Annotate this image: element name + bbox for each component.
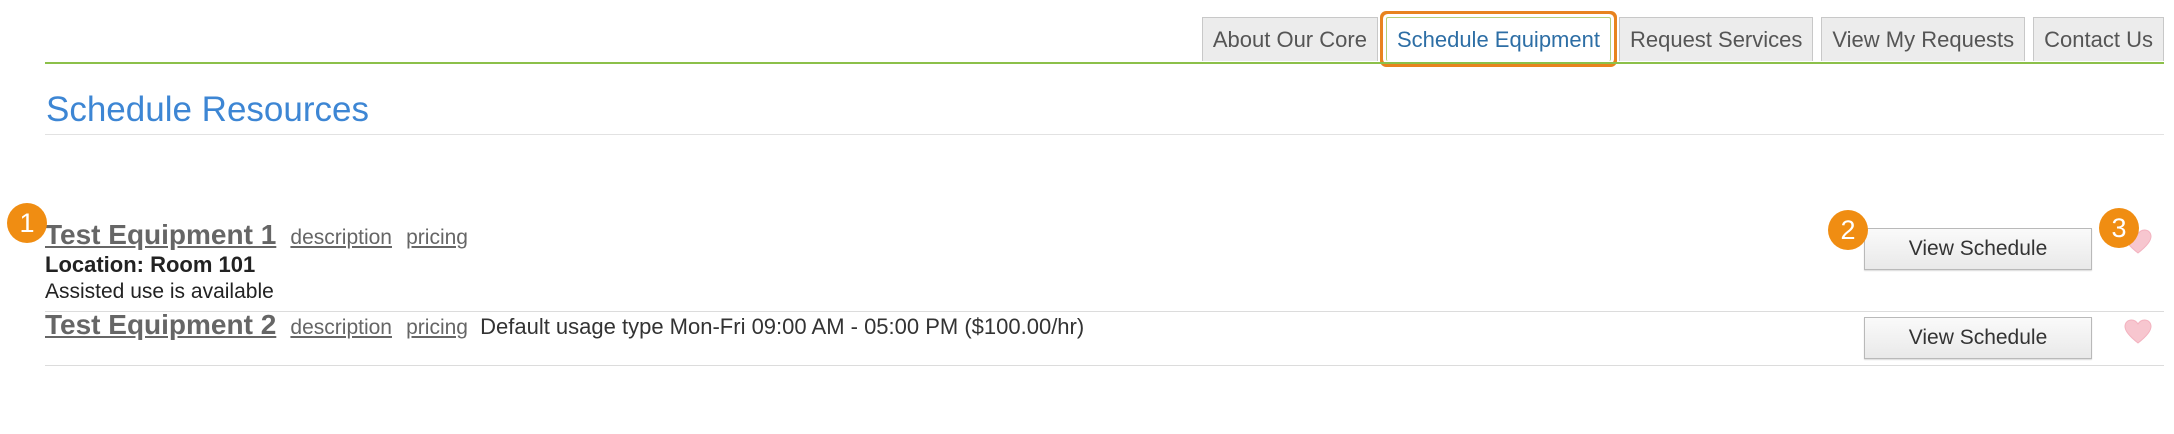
pricing-link[interactable]: pricing	[406, 226, 468, 249]
resource-row: Test Equipment 2 description pricing Def…	[45, 309, 2164, 366]
tab-schedule-equipment[interactable]: Schedule Equipment	[1385, 17, 1611, 61]
pricing-link[interactable]: pricing	[406, 316, 468, 339]
callout-badge: 1	[7, 203, 47, 243]
resource-header: Test Equipment 2 description pricing Def…	[45, 309, 2164, 341]
page: About Our Core Schedule Equipment Reques…	[0, 0, 2174, 434]
row-divider	[45, 365, 2164, 366]
view-schedule-button[interactable]: View Schedule	[1864, 317, 2092, 359]
page-title: Schedule Resources	[46, 90, 369, 129]
description-link[interactable]: description	[290, 316, 392, 339]
nav-divider	[45, 62, 2164, 64]
top-nav: About Our Core Schedule Equipment Reques…	[1201, 17, 2164, 61]
callout-badge: 2	[1828, 210, 1868, 250]
resource-name-link[interactable]: Test Equipment 1	[45, 219, 276, 250]
tab-about-our-core[interactable]: About Our Core	[1201, 17, 1378, 61]
view-schedule-button[interactable]: View Schedule	[1864, 228, 2092, 270]
resource-location: Location: Room 101	[45, 252, 256, 277]
resource-assisted-note: Assisted use is available	[45, 280, 274, 303]
default-usage-text: Default usage type Mon-Fri 09:00 AM - 05…	[480, 314, 1085, 339]
callout-badge: 3	[2099, 208, 2139, 248]
tab-contact-us[interactable]: Contact Us	[2033, 17, 2164, 61]
title-divider	[45, 134, 2164, 135]
resource-name-link[interactable]: Test Equipment 2	[45, 309, 276, 340]
heart-icon[interactable]	[2124, 319, 2152, 345]
description-link[interactable]: description	[290, 226, 392, 249]
tab-view-my-requests[interactable]: View My Requests	[1821, 17, 2026, 61]
tab-request-services[interactable]: Request Services	[1618, 17, 1814, 61]
